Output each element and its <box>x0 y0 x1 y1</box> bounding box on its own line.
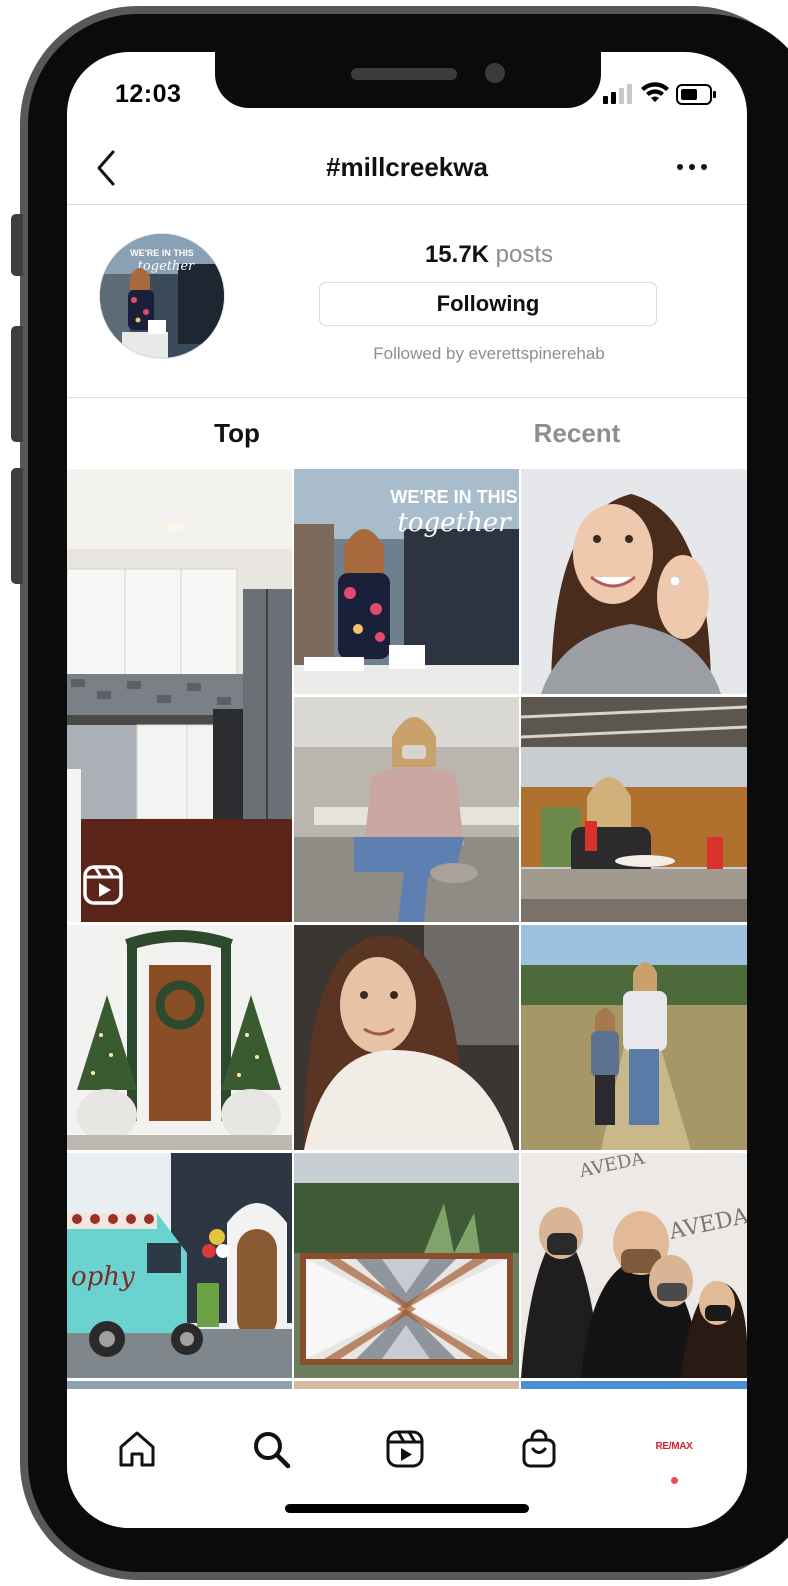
signal-icon <box>603 84 632 104</box>
speaker-grille <box>351 68 457 80</box>
grid-post-bench[interactable] <box>294 697 519 922</box>
volume-up-button <box>11 326 23 442</box>
home-icon[interactable] <box>115 1427 159 1471</box>
wifi-icon <box>641 82 669 102</box>
grid-post-trail[interactable] <box>521 925 747 1150</box>
grid-post-geometric-art[interactable] <box>294 1153 519 1378</box>
search-icon[interactable] <box>249 1427 293 1471</box>
volume-down-button <box>11 468 23 584</box>
following-button[interactable]: Following <box>319 282 657 326</box>
grid-post-partial-1[interactable] <box>67 1381 292 1389</box>
grid-post-food-truck[interactable]: ophy <box>67 1153 292 1378</box>
grid-post-white-sweater[interactable] <box>294 925 519 1150</box>
storefront-overlay-text-1: WE'RE IN THIS <box>390 487 517 507</box>
storefront-overlay-text-2: together <box>397 508 512 538</box>
page-title: #millcreekwa <box>326 152 488 182</box>
status-time: 12:03 <box>115 80 182 108</box>
profile-divider <box>67 397 747 398</box>
shop-icon[interactable] <box>517 1427 561 1471</box>
grid-post-ring-selfie[interactable] <box>521 469 747 694</box>
battery-icon <box>676 84 716 105</box>
header-divider <box>67 204 747 205</box>
status-icons <box>603 82 716 105</box>
profile-tab-avatar[interactable]: RE/MAX <box>649 1423 699 1484</box>
grid-post-kitchen[interactable] <box>67 469 292 922</box>
tab-top[interactable]: Top <box>67 418 407 449</box>
truck-lettering: ophy <box>71 1262 135 1292</box>
followed-by-text[interactable]: Followed by everettspinerehab <box>319 344 659 364</box>
grid-post-patio[interactable] <box>521 697 747 922</box>
post-grid: WE'RE IN THIS together ophy AVEDA AVEDA <box>67 469 747 1389</box>
phone-screen: 12:03 #millcreekwa WE'RE IN THIS togethe… <box>67 52 747 1528</box>
reels-icon[interactable] <box>383 1427 427 1471</box>
posts-label: posts <box>495 241 554 268</box>
grid-post-partial-2[interactable] <box>294 1381 519 1389</box>
hashtag-avatar: WE'RE IN THIS together <box>99 233 225 359</box>
grid-post-partial-3[interactable] <box>521 1381 747 1389</box>
home-indicator <box>285 1504 529 1513</box>
posts-count: 15.7K <box>424 241 489 268</box>
front-camera <box>485 63 505 83</box>
tab-recent[interactable]: Recent <box>407 418 747 449</box>
remax-logo: RE/MAX <box>655 1441 693 1452</box>
more-options-icon[interactable] <box>672 152 712 182</box>
mute-switch <box>11 214 23 276</box>
reel-icon <box>83 865 123 905</box>
grid-post-storefront[interactable]: WE'RE IN THIS together <box>294 469 519 694</box>
posts-count-row: 15.7K posts <box>319 241 659 269</box>
notification-dot <box>671 1477 678 1484</box>
avatar-overlay-text-1: WE'RE IN THIS <box>130 248 194 258</box>
grid-post-salon[interactable]: AVEDA AVEDA <box>521 1153 747 1378</box>
notch <box>215 52 601 108</box>
grid-post-christmas-door[interactable] <box>67 925 292 1150</box>
